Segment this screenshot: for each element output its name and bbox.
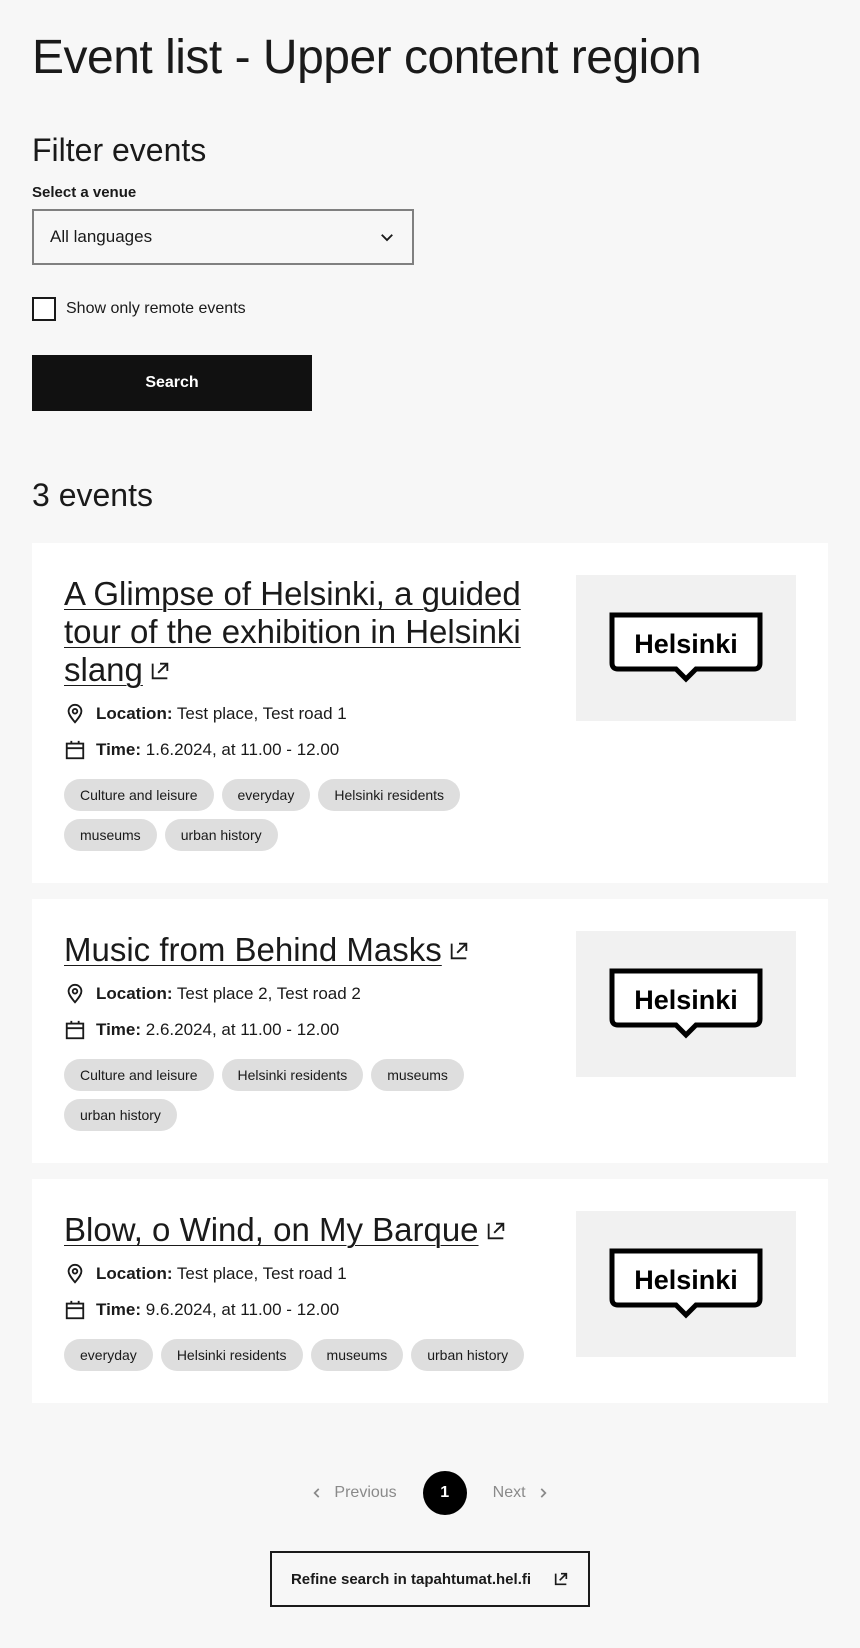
- event-title: A Glimpse of Helsinki, a guided tour of …: [64, 575, 521, 688]
- venue-select[interactable]: All languages: [32, 209, 414, 265]
- location-label: Location:: [96, 984, 173, 1003]
- location-pin-icon: [67, 983, 83, 1004]
- location-value: Test place, Test road 1: [176, 1264, 347, 1283]
- helsinki-logo: Helsinki: [609, 612, 763, 683]
- event-tag[interactable]: Culture and leisure: [64, 779, 214, 811]
- location-label: Location:: [96, 1264, 173, 1283]
- event-tag[interactable]: museums: [64, 819, 157, 851]
- event-card: Blow, o Wind, on My Barque Location: Tes…: [32, 1179, 828, 1403]
- remote-events-row: Show only remote events: [32, 297, 828, 321]
- event-title: Blow, o Wind, on My Barque: [64, 1211, 479, 1248]
- remote-events-checkbox[interactable]: [32, 297, 56, 321]
- refine-search-label: Refine search in tapahtumat.hel.fi: [290, 1570, 532, 1588]
- external-link-icon: [554, 1572, 568, 1586]
- venue-label: Select a venue: [32, 184, 137, 201]
- event-location: Location: Test place 2, Test road 2: [64, 983, 544, 1005]
- external-link-icon: [151, 662, 169, 680]
- chevron-right-icon: [540, 1488, 547, 1498]
- location-value: Test place, Test road 1: [176, 704, 347, 723]
- external-link-icon: [450, 942, 468, 960]
- location-pin-icon: [67, 703, 83, 724]
- event-time: Time: 2.6.2024, at 11.00 - 12.00: [64, 1019, 544, 1041]
- event-tag[interactable]: urban history: [411, 1339, 525, 1371]
- event-tag[interactable]: Helsinki residents: [160, 1339, 303, 1371]
- remote-events-label[interactable]: Show only remote events: [66, 300, 246, 318]
- filter-title: Filter events: [32, 132, 207, 168]
- event-location: Location: Test place, Test road 1: [64, 1263, 544, 1285]
- event-tag[interactable]: everyday: [221, 779, 311, 811]
- previous-label: Previous: [334, 1484, 397, 1501]
- event-tag[interactable]: museums: [310, 1339, 404, 1371]
- calendar-icon: [65, 1020, 85, 1040]
- time-value: 1.6.2024, at 11.00 - 12.00: [145, 740, 340, 759]
- event-image: Helsinki: [576, 931, 796, 1077]
- event-card-body: Music from Behind Masks Location: Test p…: [64, 931, 544, 1131]
- event-title: Music from Behind Masks: [64, 931, 442, 968]
- chevron-left-icon: [313, 1488, 320, 1498]
- event-time: Time: 1.6.2024, at 11.00 - 12.00: [64, 739, 544, 761]
- calendar-icon: [65, 740, 85, 760]
- event-tag[interactable]: Helsinki residents: [318, 779, 461, 811]
- next-page-link[interactable]: Next: [493, 1484, 550, 1502]
- refine-search-button[interactable]: Refine search in tapahtumat.hel.fi: [270, 1551, 590, 1607]
- helsinki-logo: Helsinki: [609, 968, 763, 1039]
- event-card: A Glimpse of Helsinki, a guided tour of …: [32, 543, 828, 883]
- calendar-icon: [65, 1300, 85, 1320]
- venue-select-value: All languages: [50, 227, 153, 246]
- event-image: Helsinki: [576, 575, 796, 721]
- time-value: 9.6.2024, at 11.00 - 12.00: [145, 1300, 340, 1319]
- event-tag[interactable]: Culture and leisure: [64, 1059, 214, 1091]
- event-tags: Culture and leisure Helsinki residents m…: [64, 1059, 544, 1131]
- helsinki-logo: Helsinki: [609, 1248, 763, 1319]
- event-tag[interactable]: Helsinki residents: [221, 1059, 364, 1091]
- svg-text:Helsinki: Helsinki: [634, 1265, 738, 1295]
- time-value: 2.6.2024, at 11.00 - 12.00: [145, 1020, 340, 1039]
- event-image: Helsinki: [576, 1211, 796, 1357]
- pagination: Previous 1 Next: [32, 1471, 828, 1515]
- time-label: Time:: [96, 1020, 142, 1039]
- page: Event list - Upper content region Filter…: [0, 0, 860, 1607]
- event-card-body: A Glimpse of Helsinki, a guided tour of …: [64, 575, 544, 851]
- svg-text:Helsinki: Helsinki: [634, 629, 738, 659]
- event-title-link[interactable]: A Glimpse of Helsinki, a guided tour of …: [64, 575, 521, 688]
- svg-text:Helsinki: Helsinki: [634, 985, 738, 1015]
- location-pin-icon: [67, 1263, 83, 1284]
- chevron-down-icon: [381, 234, 393, 242]
- event-time: Time: 9.6.2024, at 11.00 - 12.00: [64, 1299, 544, 1321]
- page-number-current[interactable]: 1: [422, 1471, 467, 1515]
- external-link-icon: [487, 1222, 504, 1240]
- event-tag[interactable]: urban history: [64, 1099, 177, 1131]
- event-location: Location: Test place, Test road 1: [64, 703, 544, 725]
- event-title-link[interactable]: Blow, o Wind, on My Barque: [64, 1211, 507, 1248]
- location-value: Test place 2, Test road 2: [176, 984, 361, 1003]
- event-tags: Culture and leisure everyday Helsinki re…: [64, 779, 544, 851]
- event-card: Music from Behind Masks Location: Test p…: [32, 899, 828, 1163]
- search-button[interactable]: Search: [32, 355, 312, 411]
- events-count: 3 events: [32, 477, 153, 513]
- previous-page-link[interactable]: Previous: [310, 1484, 397, 1502]
- event-title-link[interactable]: Music from Behind Masks: [64, 931, 470, 968]
- page-title: Event list - Upper content region: [32, 31, 702, 84]
- event-tags: everyday Helsinki residents museums urba…: [64, 1339, 544, 1371]
- event-tag[interactable]: urban history: [164, 819, 278, 851]
- event-tag[interactable]: everyday: [64, 1339, 153, 1371]
- location-label: Location:: [96, 704, 173, 723]
- event-list: A Glimpse of Helsinki, a guided tour of …: [32, 543, 828, 1403]
- next-label: Next: [492, 1484, 526, 1501]
- time-label: Time:: [96, 1300, 142, 1319]
- event-card-body: Blow, o Wind, on My Barque Location: Tes…: [64, 1211, 544, 1371]
- event-tag[interactable]: museums: [371, 1059, 464, 1091]
- time-label: Time:: [96, 740, 142, 759]
